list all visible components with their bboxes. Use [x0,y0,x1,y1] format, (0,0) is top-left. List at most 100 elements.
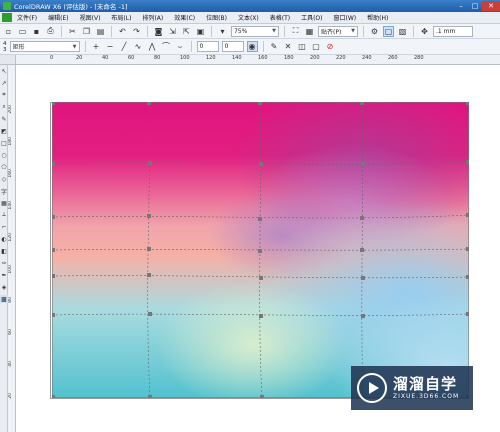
undo-icon[interactable]: ↶ [117,26,128,37]
export-icon[interactable]: ⇱ [181,26,192,37]
play-logo-icon [357,373,387,403]
app-menu-icon[interactable] [2,13,12,22]
watermark-brand: 溜溜自学 [393,375,458,393]
menu-text[interactable]: 文本(X) [238,13,259,22]
menu-bitmaps[interactable]: 位图(B) [206,13,227,22]
menu-edit[interactable]: 编辑(E) [48,13,68,22]
toolbar-separator [61,25,62,37]
options-icon[interactable]: ⚙ [369,26,380,37]
ellipse-tool-icon[interactable]: ○ [0,151,8,159]
menu-bar: 文件(F) 编辑(E) 视图(V) 布局(L) 排列(A) 效果(C) 位图(B… [0,12,500,24]
toolbar-separator [211,25,212,37]
eyedropper-tool-icon[interactable]: ✑ [0,259,8,267]
maximize-button[interactable]: □ [468,1,482,11]
zoom-level-select[interactable]: 75% ▼ [231,25,279,37]
application-launcher-icon[interactable]: ▾ [217,26,228,37]
search-content-icon[interactable]: ◙ [153,26,164,37]
menu-table[interactable]: 表格(T) [270,13,290,22]
to-curve-icon[interactable]: ∿ [133,41,144,52]
minimize-button[interactable]: – [454,1,468,11]
blend-tool-icon[interactable]: ◐ [0,235,8,243]
smoothing-field[interactable]: 0 [196,41,219,52]
basic-shapes-icon[interactable]: ◇ [0,175,8,183]
ruler-tick: 200 [310,55,320,61]
grid-size-fields[interactable]: 4 3 [3,41,7,53]
publish-pdf-icon[interactable]: ▣ [195,26,206,37]
open-folder-icon[interactable]: ▭ [17,26,28,37]
import-icon[interactable]: ⇲ [167,26,178,37]
mesh-color-icon[interactable]: ◉ [246,41,258,52]
mesh-fill-rectangle[interactable] [52,102,469,398]
window-title: CorelDRAW X6 (评估版) - [未命名 -1] [14,3,128,11]
vertical-ruler[interactable]: 200 180 160 140 120 100 80 60 40 20 [8,65,16,432]
menu-layout[interactable]: 布局(L) [111,13,131,22]
curve-smoothness-icon[interactable]: ▢ [311,41,322,52]
connector-tool-icon[interactable]: ⌐ [0,223,8,231]
shape-tool-icon[interactable]: ↗ [0,79,8,87]
close-button[interactable]: ✕ [482,1,500,11]
ruler-tick: 40 [8,361,13,367]
toolbar-separator [84,41,86,52]
nudge-distance-field[interactable]: .1 mm [433,25,473,37]
menu-window[interactable]: 窗口(W) [334,13,357,22]
transparency-field[interactable]: 0 [221,41,244,52]
mesh-fill-tool-icon[interactable]: ▩ [0,295,8,303]
selection-mode-select[interactable]: 矩形 ▼ [9,41,80,52]
cusp-node-icon[interactable]: ⋀ [147,41,158,52]
transparency-tool-icon[interactable]: ◧ [0,247,8,255]
fill-tool-icon[interactable]: ◈ [0,283,8,291]
ruler-tick: 240 [362,55,372,61]
toolbar-separator [284,25,285,37]
dimension-tool-icon[interactable]: ⟂ [0,211,8,219]
full-screen-icon[interactable]: ⛶ [290,26,301,37]
pick-tool-icon[interactable]: ↖ [0,67,8,75]
ruler-tick: 140 [232,55,242,61]
ruler-tick: 180 [284,55,294,61]
toolbar-separator [363,25,364,37]
ruler-origin-corner[interactable] [0,55,16,65]
wireframe-view-icon[interactable]: ▢ [383,25,394,37]
smooth-node-icon[interactable]: ⌒ [161,41,172,52]
add-node-icon[interactable]: + [91,41,102,52]
cut-icon[interactable]: ✂ [67,26,78,37]
enhanced-view-icon[interactable]: ▧ [397,26,408,37]
menu-arrange[interactable]: 排列(A) [142,13,163,22]
ruler-tick: 120 [206,55,216,61]
print-icon[interactable]: ⎙ [45,26,56,37]
paste-icon[interactable]: ▤ [95,26,106,37]
delete-node-icon[interactable]: − [105,41,116,52]
window-controls: – □ ✕ [454,1,500,11]
save-icon[interactable]: ▪ [31,26,42,37]
transparency-slider-icon[interactable]: ◫ [297,41,308,52]
outline-pen-icon[interactable]: ✒ [0,271,8,279]
copy-icon[interactable]: ❐ [81,26,92,37]
to-line-icon[interactable]: ╱ [119,41,130,52]
menu-tools[interactable]: 工具(O) [301,13,322,22]
symmetric-node-icon[interactable]: ⌣ [175,41,186,52]
menu-file[interactable]: 文件(F) [17,13,37,22]
eyedropper-icon[interactable]: ✎ [269,41,280,52]
horizontal-ruler[interactable]: 0 20 40 60 80 100 120 140 160 180 200 22… [16,55,500,65]
zoom-tool-icon[interactable]: ⌕ [0,103,8,111]
text-tool-icon[interactable]: 字 [0,187,8,196]
table-tool-icon[interactable]: ▦ [0,199,8,207]
watermark-badge: 溜溜自学 ZIXUE.3D66.COM [351,366,473,410]
freehand-tool-icon[interactable]: ✎ [0,115,8,123]
ruler-tick: 100 [8,265,13,274]
ruler-tick: 60 [8,329,13,335]
rectangle-tool-icon[interactable]: □ [0,139,8,147]
crop-tool-icon[interactable]: ⌗ [0,91,8,99]
ruler-tick: 160 [258,55,268,61]
no-color-icon[interactable]: ⊘ [325,41,336,52]
clear-mesh-icon[interactable]: ✕ [283,41,294,52]
menu-effects[interactable]: 效果(C) [174,13,195,22]
smart-fill-icon[interactable]: ◩ [0,127,8,135]
menu-view[interactable]: 视图(V) [80,13,101,22]
new-document-icon[interactable]: ▫ [3,26,14,37]
mesh-grid[interactable] [52,102,469,398]
snap-to-select[interactable]: 贴齐(P) ▼ [318,25,358,37]
menu-help[interactable]: 帮助(H) [367,13,388,22]
polygon-tool-icon[interactable]: ⬠ [0,163,8,171]
redo-icon[interactable]: ↷ [131,26,142,37]
show-rulers-icon[interactable]: ▦ [304,26,315,37]
